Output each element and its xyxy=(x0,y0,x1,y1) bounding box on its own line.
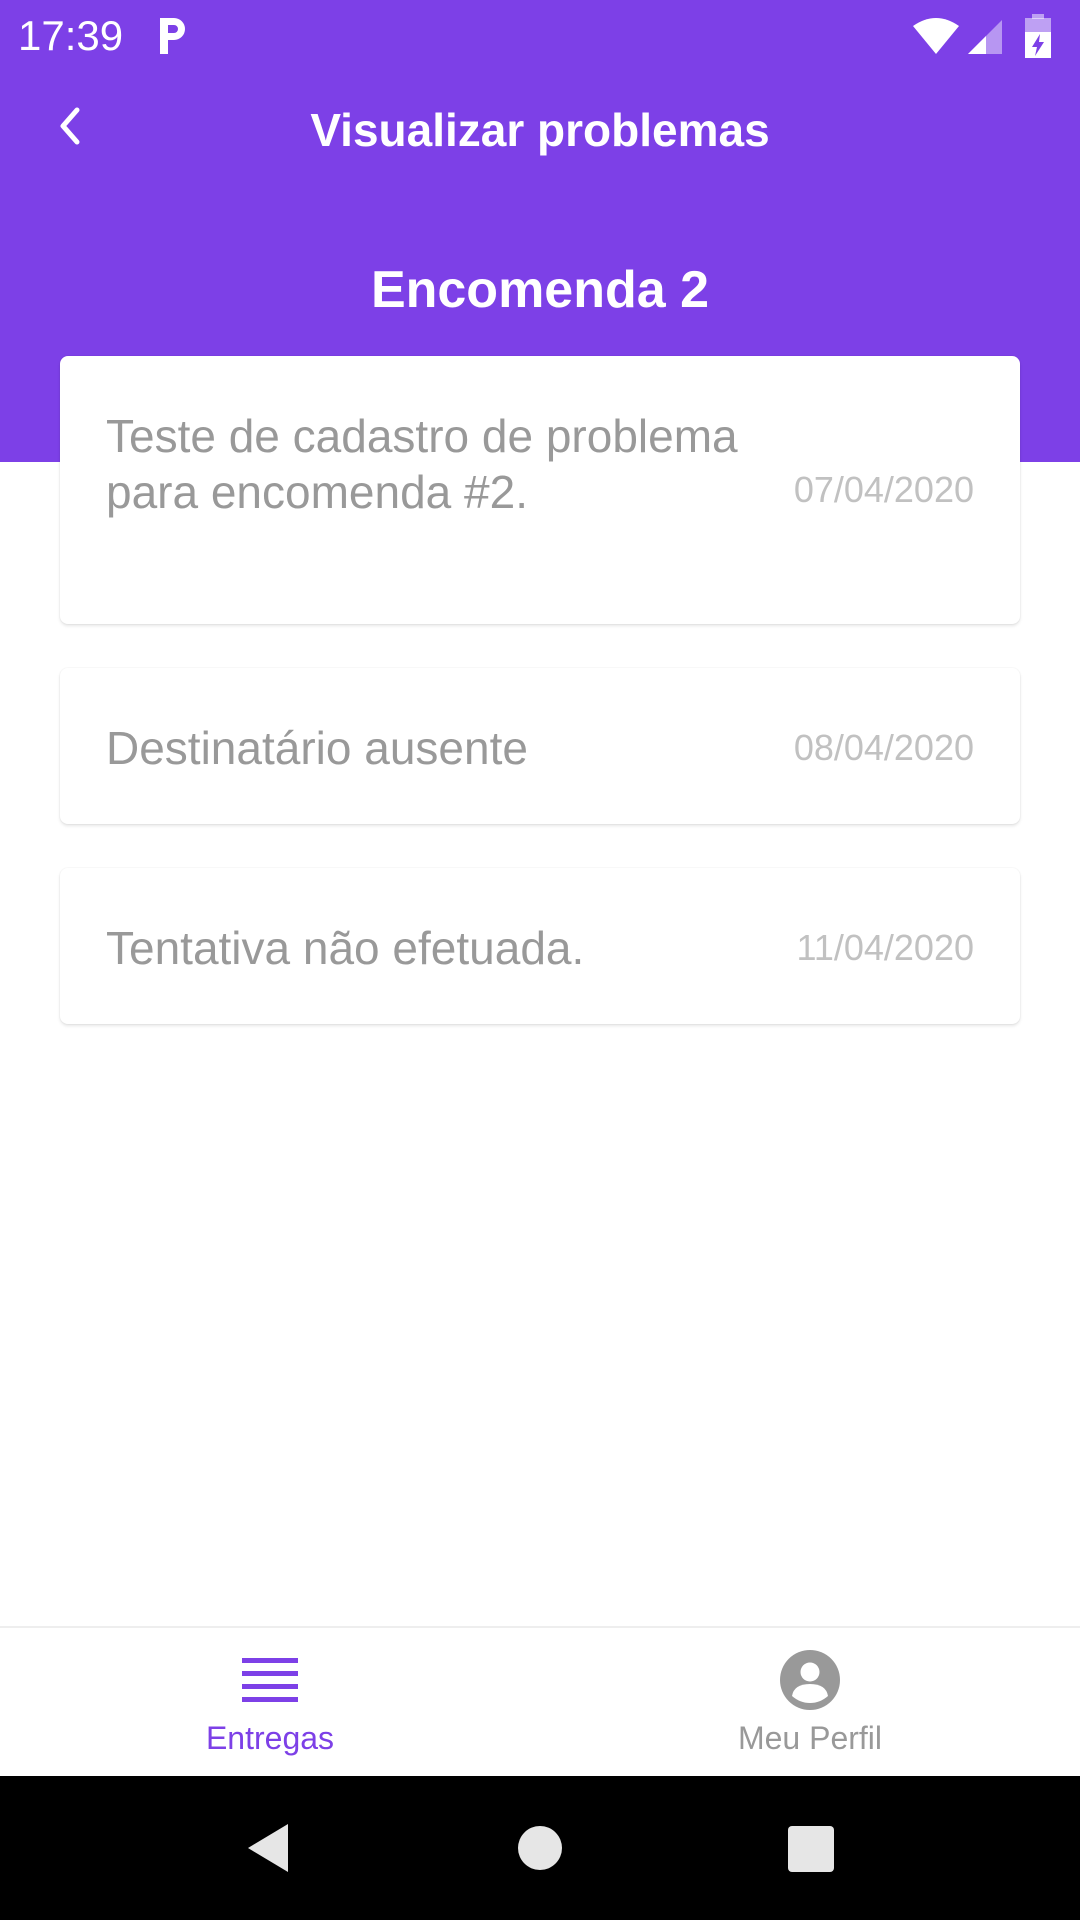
bottom-navigation: Entregas Meu Perfil xyxy=(0,1626,1080,1776)
parking-app-icon xyxy=(160,18,185,54)
status-bar: 17:39 xyxy=(0,0,1080,72)
problem-date: 08/04/2020 xyxy=(793,727,974,768)
problem-card: Destinatário ausente 08/04/2020 xyxy=(60,668,1020,824)
tab-entregas[interactable]: Entregas xyxy=(0,1628,540,1776)
wifi-icon xyxy=(913,18,959,54)
tab-entregas-label: Entregas xyxy=(205,1720,335,1756)
problem-description: Tentativa não efetuada. xyxy=(106,922,585,974)
system-home-icon[interactable] xyxy=(513,1820,569,1876)
system-navigation-bar xyxy=(0,1776,1080,1920)
tab-meu-perfil[interactable]: Meu Perfil xyxy=(540,1628,1080,1776)
battery-charging-icon xyxy=(1025,14,1051,58)
order-title: Encomenda 2 xyxy=(370,261,710,319)
system-back-icon[interactable] xyxy=(240,1820,296,1876)
problem-date: 07/04/2020 xyxy=(793,469,974,510)
problem-description: Destinatário ausente xyxy=(106,722,528,774)
problem-card: Teste de cadastro de problema para encom… xyxy=(60,356,1020,624)
signal-icon xyxy=(968,20,1002,54)
account-circle-icon xyxy=(540,1650,1080,1710)
app-bar: Visualizar problemas xyxy=(0,72,1080,196)
tab-meu-perfil-label: Meu Perfil xyxy=(737,1720,883,1756)
problem-date: 11/04/2020 xyxy=(796,927,974,968)
problem-description: Teste de cadastro de problema para encom… xyxy=(106,410,738,518)
system-recents-icon[interactable] xyxy=(783,1820,839,1876)
page-title: Visualizar problemas xyxy=(310,104,770,156)
screen: 17:39 Visualizar problemas Encomenda 2 T xyxy=(0,0,1080,1920)
status-time: 17:39 xyxy=(18,12,124,59)
problem-card: Tentativa não efetuada. 11/04/2020 xyxy=(60,868,1020,1024)
list-icon xyxy=(0,1650,540,1710)
